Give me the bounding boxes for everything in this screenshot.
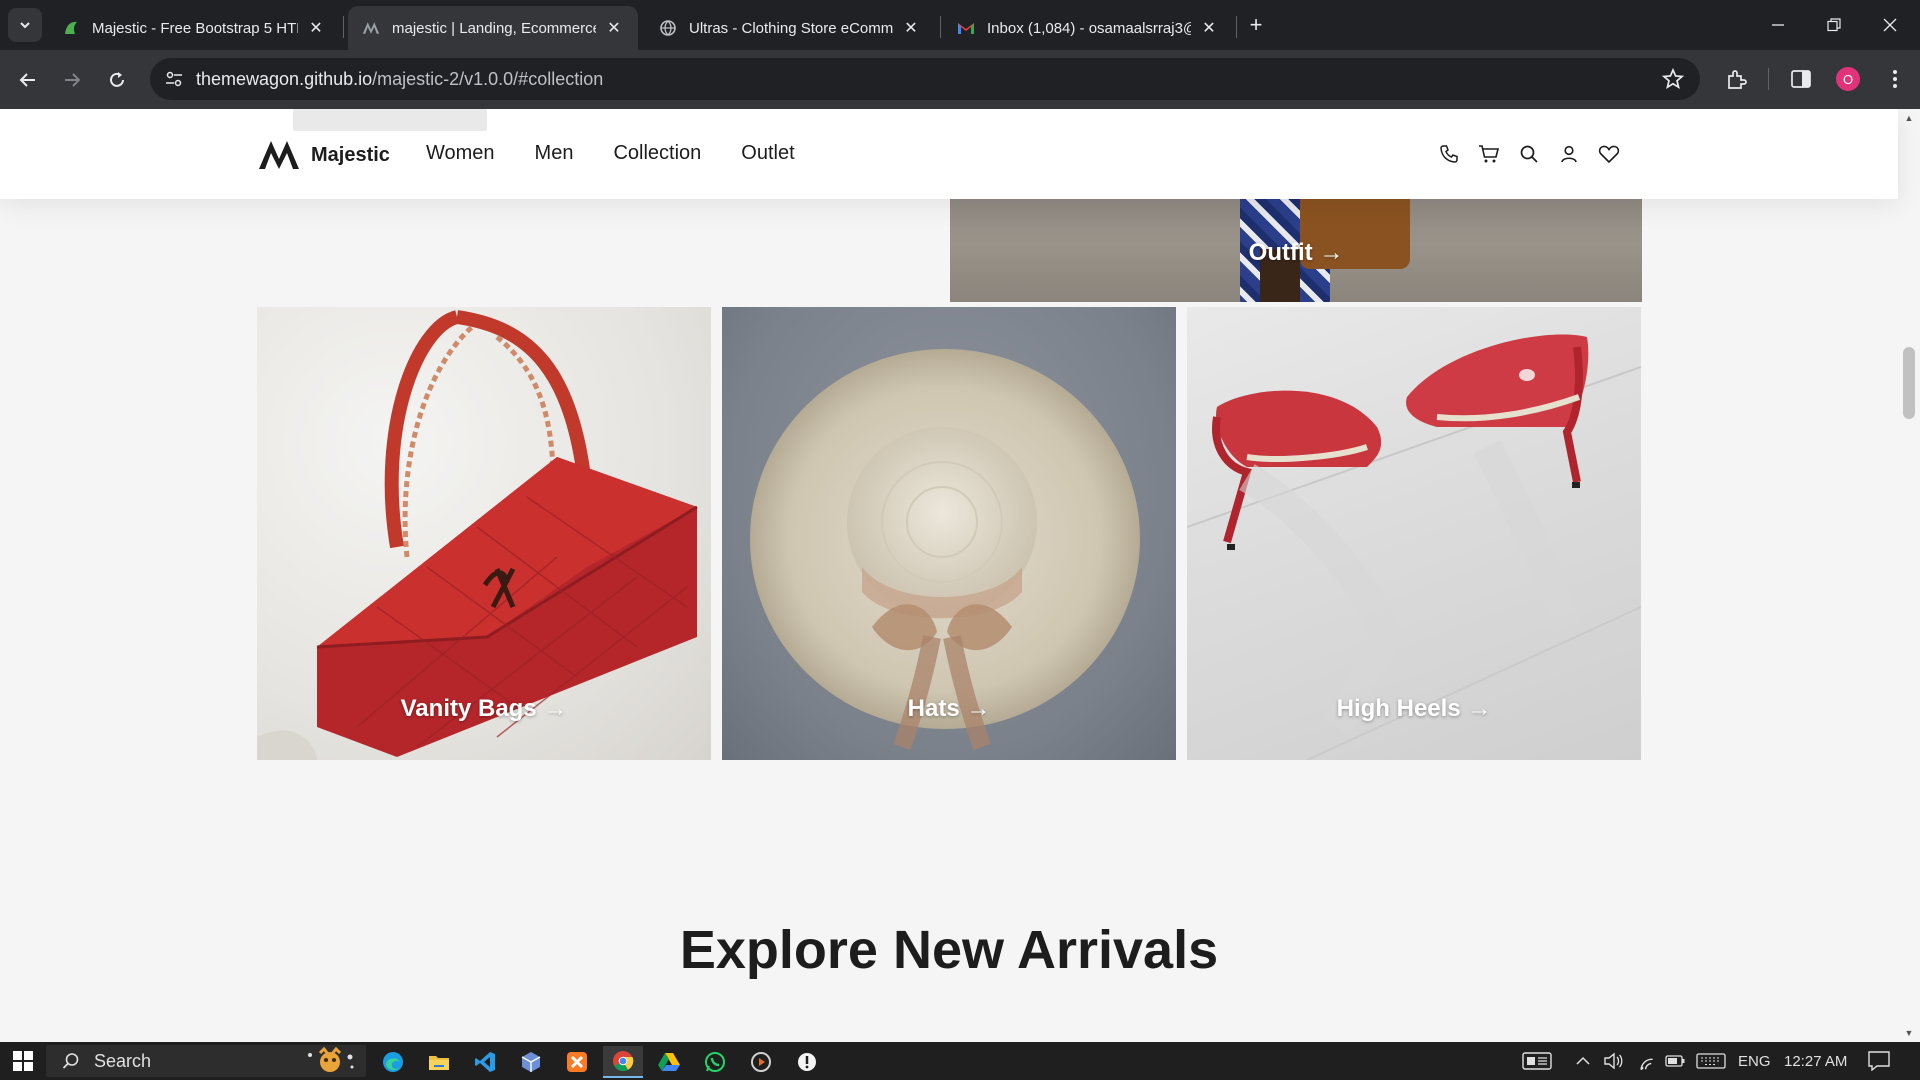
vscode-icon[interactable] <box>465 1046 505 1078</box>
taskbar-search-box[interactable]: Search <box>46 1045 366 1077</box>
cart-icon[interactable] <box>1478 143 1500 165</box>
browser-tab-strip: Majestic - Free Bootstrap 5 HTM ✕ majest… <box>0 0 1920 50</box>
vanity-bags-label[interactable]: Vanity Bags → <box>257 695 711 723</box>
hat-photo <box>750 349 1140 750</box>
bookmark-star-icon[interactable] <box>1662 68 1684 90</box>
hats-label[interactable]: Hats → <box>722 695 1176 723</box>
outfit-label[interactable]: Outfit → <box>950 239 1642 267</box>
high-heels-photo <box>1187 334 1641 760</box>
edge-icon[interactable] <box>373 1046 413 1078</box>
nav-collection[interactable]: Collection <box>613 142 701 165</box>
menu-kebab-icon[interactable] <box>1882 66 1908 92</box>
extensions-puzzle-icon[interactable] <box>1723 66 1749 92</box>
brand-name: Majestic <box>311 143 390 166</box>
majestic-logo-icon <box>362 19 380 37</box>
file-explorer-icon[interactable] <box>419 1046 459 1078</box>
majestic-logo-icon <box>259 141 299 169</box>
back-arrow-icon[interactable] <box>12 64 44 96</box>
tab-title: Majestic - Free Bootstrap 5 HTM <box>92 19 298 37</box>
search-highlight-icon <box>308 1047 354 1072</box>
scroll-down-arrow-icon[interactable]: ▼ <box>1903 1028 1915 1038</box>
url-path: /majestic-2/v1.0.0/#collection <box>372 69 604 89</box>
tab-gmail[interactable]: Inbox (1,084) - osamaalsrraj3@ ✕ <box>943 6 1233 50</box>
main-nav: Women Men Collection Outlet <box>426 142 835 165</box>
user-icon[interactable] <box>1558 143 1580 165</box>
new-tab-plus-icon[interactable]: + <box>1242 11 1270 39</box>
side-panel-icon[interactable] <box>1788 66 1814 92</box>
notifications-icon[interactable] <box>1868 1042 1890 1080</box>
windows-taskbar: Search ENG 12:27 AM <box>0 1042 1920 1080</box>
browser-toolbar: themewagon.github.io/majestic-2/v1.0.0/#… <box>0 50 1920 109</box>
nav-women[interactable]: Women <box>426 142 495 165</box>
tab-ultras[interactable]: Ultras - Clothing Store eComme ✕ <box>645 6 935 50</box>
windows-start-icon[interactable] <box>6 1046 40 1076</box>
app-white-circle-icon[interactable] <box>787 1046 827 1078</box>
nav-outlet[interactable]: Outlet <box>741 142 794 165</box>
new-arrivals-heading: Explore New Arrivals <box>679 920 1219 980</box>
profile-avatar[interactable]: O <box>1836 67 1860 91</box>
whatsapp-icon[interactable] <box>695 1046 735 1078</box>
vanity-bag-photo <box>257 310 698 760</box>
scrollbar-thumb[interactable] <box>1903 347 1915 419</box>
app-cube-icon[interactable] <box>511 1046 551 1078</box>
site-info-icon[interactable] <box>162 67 186 91</box>
header-icons <box>1438 143 1638 165</box>
scrolled-content-fragment <box>293 109 487 131</box>
phone-icon[interactable] <box>1438 143 1460 165</box>
tab-title: Ultras - Clothing Store eComme <box>689 19 893 37</box>
hats-collection-card[interactable]: Hats → <box>722 307 1176 760</box>
clock-time[interactable]: 12:27 AM <box>1784 1042 1847 1080</box>
search-icon <box>62 1053 79 1069</box>
address-bar[interactable]: themewagon.github.io/majestic-2/v1.0.0/#… <box>150 58 1700 100</box>
tab-separator <box>343 16 344 38</box>
taskbar-search-placeholder: Search <box>94 1051 152 1071</box>
high-heels-label[interactable]: High Heels → <box>1187 695 1641 723</box>
majestic-green-icon <box>62 19 80 37</box>
search-icon[interactable] <box>1518 143 1540 165</box>
tab-title: Inbox (1,084) - osamaalsrraj3@ <box>987 19 1191 37</box>
restore-window-icon[interactable] <box>1806 0 1862 50</box>
language-indicator[interactable]: ENG <box>1738 1042 1771 1080</box>
tab-majestic-landing[interactable]: majestic | Landing, Ecommerce ✕ <box>348 6 638 50</box>
xampp-icon[interactable] <box>557 1046 597 1078</box>
close-window-icon[interactable] <box>1862 0 1918 50</box>
page-scrollbar[interactable]: ▲ ▼ <box>1898 109 1920 1042</box>
tab-separator <box>1236 16 1237 38</box>
page-viewport: Outfit → Majestic Women Men Collection O… <box>0 109 1920 1042</box>
close-tab-icon[interactable]: ✕ <box>1199 18 1219 38</box>
reload-icon[interactable] <box>101 64 133 96</box>
google-drive-icon[interactable] <box>649 1046 689 1078</box>
close-tab-icon[interactable]: ✕ <box>604 18 624 38</box>
site-header: Majestic Women Men Collection Outlet <box>0 109 1898 199</box>
tab-title: majestic | Landing, Ecommerce <box>392 19 596 37</box>
toolbar-divider <box>1768 68 1769 90</box>
chevron-down-icon <box>20 22 30 29</box>
tab-separator <box>940 16 941 38</box>
keyboard-icon[interactable] <box>1696 1042 1726 1080</box>
close-tab-icon[interactable]: ✕ <box>306 18 326 38</box>
nav-men[interactable]: Men <box>535 142 574 165</box>
vanity-bags-collection-card[interactable]: Vanity Bags → <box>257 307 711 760</box>
volume-icon[interactable] <box>1603 1042 1623 1080</box>
globe-icon <box>659 19 677 37</box>
wifi-icon[interactable] <box>1637 1042 1657 1080</box>
scroll-up-arrow-icon[interactable]: ▲ <box>1903 113 1915 123</box>
url-host: themewagon.github.io <box>196 69 373 89</box>
news-widget-icon[interactable] <box>1522 1042 1552 1080</box>
chrome-icon[interactable] <box>603 1046 643 1078</box>
gmail-icon <box>957 19 975 37</box>
tab-majestic-free[interactable]: Majestic - Free Bootstrap 5 HTM ✕ <box>48 6 340 50</box>
media-player-icon[interactable] <box>741 1046 781 1078</box>
brand-logo-link[interactable]: Majestic <box>257 139 390 171</box>
tab-search-button[interactable] <box>8 8 42 42</box>
high-heels-collection-card[interactable]: High Heels → <box>1187 307 1641 760</box>
close-tab-icon[interactable]: ✕ <box>901 18 921 38</box>
heart-icon[interactable] <box>1598 143 1620 165</box>
battery-icon[interactable] <box>1665 1042 1685 1080</box>
show-hidden-icons-chevron-icon[interactable] <box>1576 1042 1590 1080</box>
forward-arrow-icon[interactable] <box>56 64 88 96</box>
minimize-window-icon[interactable] <box>1750 0 1806 50</box>
url-text: themewagon.github.io/majestic-2/v1.0.0/#… <box>196 69 603 90</box>
